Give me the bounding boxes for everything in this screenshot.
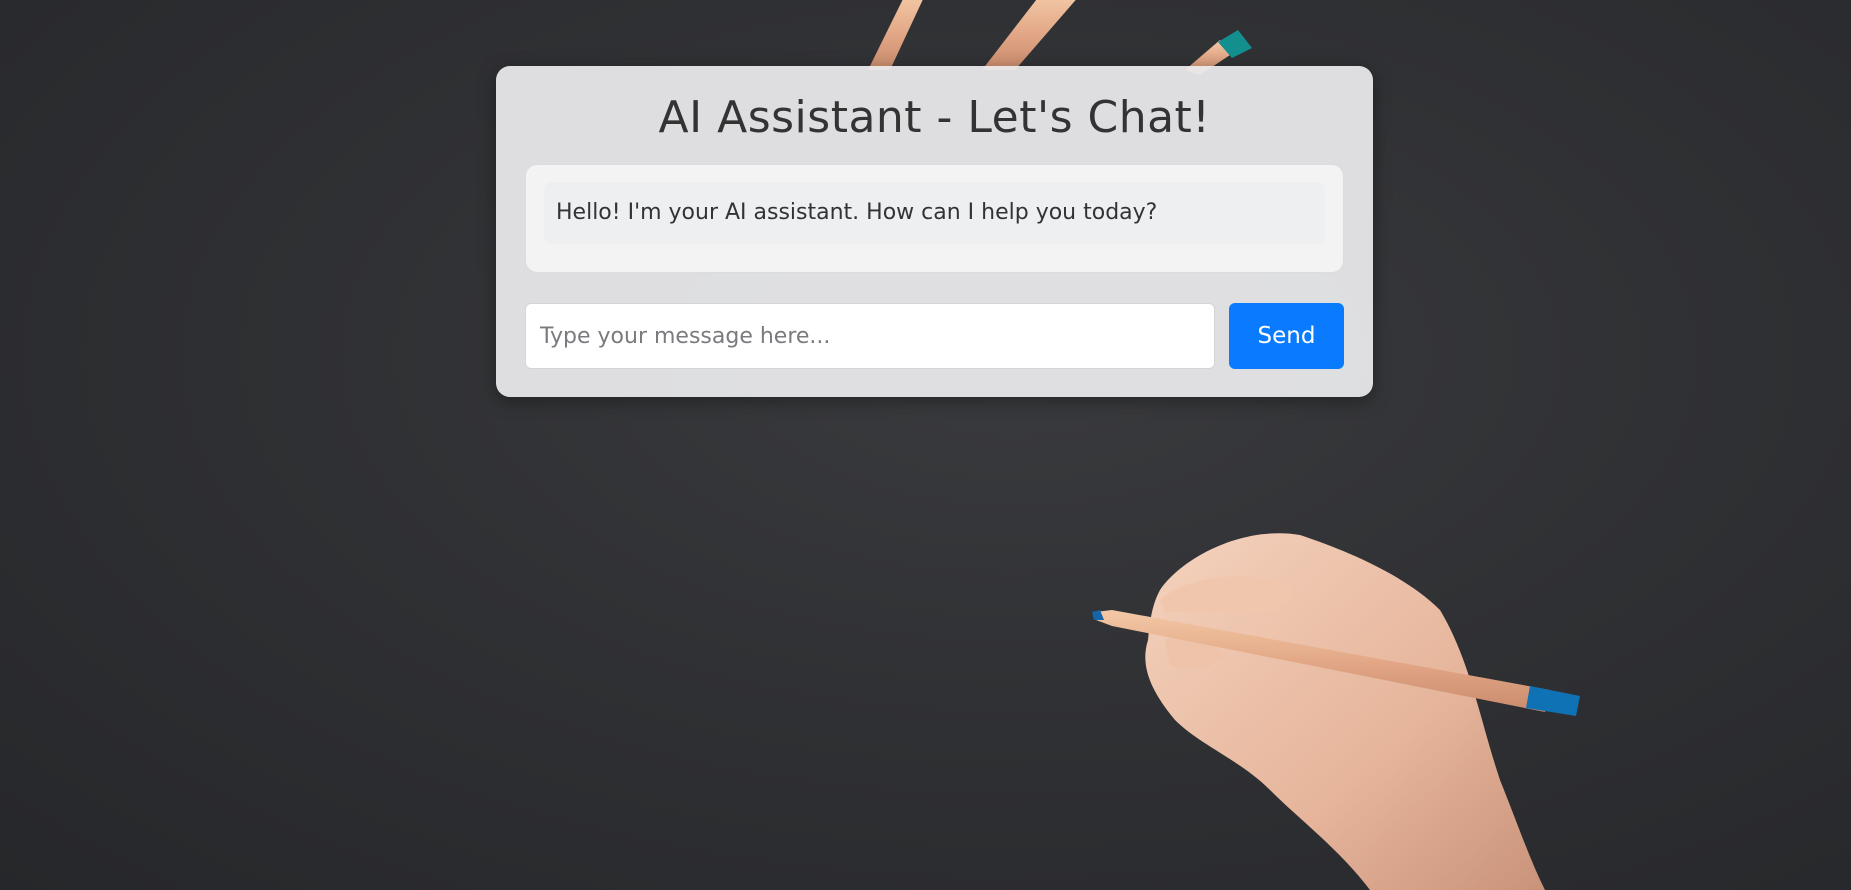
chat-messages: Hello! I'm your AI assistant. How can I … bbox=[525, 164, 1344, 273]
assistant-message: Hello! I'm your AI assistant. How can I … bbox=[544, 182, 1325, 244]
send-button[interactable]: Send bbox=[1229, 303, 1344, 369]
chat-container: AI Assistant - Let's Chat! Hello! I'm yo… bbox=[496, 66, 1373, 397]
message-input[interactable] bbox=[525, 303, 1215, 369]
chat-title: AI Assistant - Let's Chat! bbox=[658, 92, 1211, 143]
pencil-top-left bbox=[868, 0, 923, 70]
pencil-top-middle bbox=[982, 0, 1076, 70]
hand-with-pencil bbox=[1092, 533, 1580, 890]
